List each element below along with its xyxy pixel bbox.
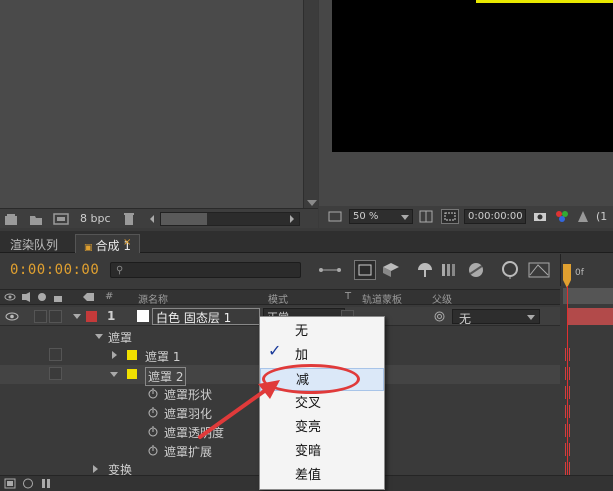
column-number: # <box>105 291 114 302</box>
column-parent[interactable]: 父级 <box>432 291 452 306</box>
chevron-down-icon <box>401 215 409 220</box>
lock-checkbox[interactable] <box>49 310 62 323</box>
layer-source-thumbnail <box>137 310 149 322</box>
keyframe-marker[interactable] <box>565 348 570 361</box>
transfer-controls-toggle-icon[interactable] <box>22 478 34 489</box>
motion-blur-icon[interactable] <box>440 262 460 278</box>
toggle-mask-visibility-icon[interactable] <box>441 209 459 224</box>
chevron-down-icon <box>527 315 535 320</box>
stopwatch-icon[interactable] <box>148 407 158 418</box>
magnification-dropdown[interactable]: 50 % <box>349 209 413 224</box>
layer-column-header: # 源名称 模式 T 轨道蒙板 父级 <box>0 289 560 306</box>
draft-3d-icon[interactable] <box>354 260 376 280</box>
new-folder-icon[interactable] <box>29 212 43 226</box>
keyframe-marker[interactable] <box>565 386 570 399</box>
new-composition-icon[interactable] <box>53 212 69 226</box>
auto-keyframe-icon[interactable] <box>499 261 521 279</box>
layer-label-color[interactable] <box>86 311 97 322</box>
expand-chevron-icon[interactable] <box>95 334 103 339</box>
scroll-down-arrow-icon[interactable] <box>307 200 317 206</box>
resolution-icon[interactable] <box>577 210 589 223</box>
column-mode[interactable]: 模式 <box>268 291 288 306</box>
column-track-matte[interactable]: 轨道蒙板 <box>362 291 402 306</box>
in-out-toggle-icon[interactable] <box>40 478 52 489</box>
parent-value: 无 <box>459 312 472 326</box>
av-features-icons[interactable] <box>4 292 64 303</box>
stopwatch-icon[interactable] <box>148 426 158 437</box>
frame-blending-icon[interactable] <box>416 262 434 278</box>
show-channel-icon[interactable] <box>555 209 569 223</box>
mask-1-label[interactable]: 遮罩 1 <box>145 348 180 365</box>
hide-shy-layers-icon[interactable] <box>382 262 400 278</box>
keyframe-marker[interactable] <box>565 367 570 380</box>
expand-chevron-icon[interactable] <box>110 372 118 377</box>
viewer-timecode: 0:00:00:00 <box>468 211 523 222</box>
video-visibility-eye-icon[interactable] <box>5 312 19 321</box>
menu-item-difference[interactable]: 差值 <box>260 464 384 487</box>
bit-depth-label[interactable]: 8 bpc <box>80 212 111 225</box>
work-area-bar[interactable] <box>563 288 613 304</box>
keyframe-marker[interactable] <box>565 405 570 418</box>
parent-dropdown[interactable]: 无 <box>452 309 540 326</box>
always-preview-icon[interactable] <box>328 210 342 223</box>
viewer-toolbar: 50 % 0:00:00:00 (1 <box>319 206 613 228</box>
scroll-thumb[interactable] <box>161 213 207 225</box>
ruler-frame-label: 0f <box>575 268 584 278</box>
current-time-display[interactable]: 0:00:00:00 <box>10 262 99 278</box>
mask-expansion-label: 遮罩扩展 <box>164 445 213 459</box>
mask-color-swatch[interactable] <box>127 369 137 379</box>
layer-name[interactable]: 白色 固态层 1 <box>152 308 260 325</box>
menu-item-none[interactable]: 无 <box>260 320 384 343</box>
panel-tabs: 渲染队列 ▣ 合成 1 <box>0 231 613 253</box>
graph-editor-icon[interactable] <box>528 262 550 278</box>
parent-pickwhip-icon[interactable] <box>434 311 445 322</box>
label-tag-icon[interactable] <box>82 292 96 303</box>
current-time-field[interactable]: 0:00:00:00 <box>464 209 526 224</box>
layer-number: 1 <box>107 309 116 323</box>
stopwatch-icon[interactable] <box>148 388 158 399</box>
stopwatch-icon[interactable] <box>148 445 158 456</box>
mask-visibility-checkbox[interactable] <box>49 367 62 380</box>
masks-group-label: 遮罩 <box>108 331 133 345</box>
layer-switches-toggle-icon[interactable] <box>4 478 16 489</box>
project-horizontal-scrollbar[interactable] <box>160 212 300 226</box>
keyframe-marker[interactable] <box>565 424 570 437</box>
project-panel <box>0 0 318 208</box>
scroll-left-arrow-icon[interactable] <box>148 212 156 226</box>
expand-chevron-icon[interactable] <box>112 351 117 359</box>
close-tab-icon[interactable]: × <box>123 237 131 248</box>
zoom-value: 50 % <box>353 211 379 222</box>
composition-canvas[interactable] <box>332 0 613 152</box>
composition-mini-flowchart-icon[interactable] <box>318 264 342 276</box>
expand-chevron-icon[interactable] <box>93 465 98 473</box>
search-icon: ⚲ <box>116 265 124 276</box>
brainstorm-icon[interactable] <box>466 262 486 278</box>
camera-snapshot-icon[interactable] <box>533 210 547 222</box>
composition-icon: ▣ <box>84 243 93 253</box>
solo-checkbox[interactable] <box>34 310 47 323</box>
trash-icon[interactable] <box>123 212 135 226</box>
keyframe-marker[interactable] <box>565 443 570 456</box>
layer-bounding-edge <box>476 0 613 3</box>
interpret-footage-icon[interactable] <box>4 212 18 226</box>
viewer-extra-control[interactable]: (1 <box>596 210 607 223</box>
project-bottom-toolbar: 8 bpc <box>0 208 318 228</box>
grid-overlay-icon[interactable] <box>419 210 433 223</box>
column-source-name[interactable]: 源名称 <box>138 291 168 306</box>
annotation-arrow-icon <box>198 380 280 439</box>
keyframe-marker[interactable] <box>565 462 570 475</box>
mask-visibility-checkbox[interactable] <box>49 348 62 361</box>
scroll-right-arrow-icon[interactable] <box>288 212 296 226</box>
layer-duration-bar[interactable] <box>568 308 613 325</box>
layer-expand-chevron-icon[interactable] <box>73 314 81 319</box>
timeline-search-input[interactable]: ⚲ <box>110 262 301 278</box>
mask-color-swatch[interactable] <box>127 350 137 360</box>
tab-render-queue[interactable]: 渲染队列 <box>2 234 66 253</box>
timeline-controls: 0:00:00:00 ⚲ <box>0 254 613 286</box>
column-t[interactable]: T <box>345 291 351 302</box>
project-vertical-scrollbar[interactable] <box>303 0 318 208</box>
